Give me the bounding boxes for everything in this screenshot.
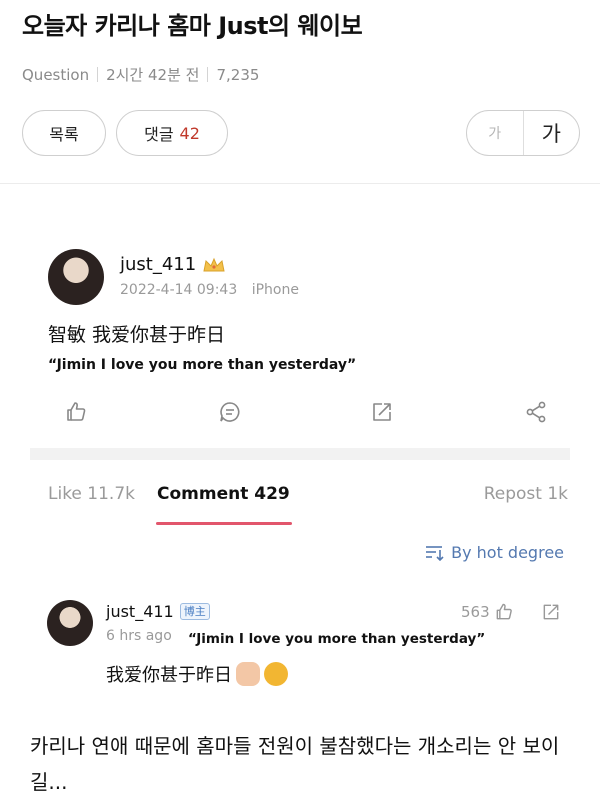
post-device: iPhone — [251, 282, 299, 298]
comment-text-row: 我爱你甚于昨日 — [106, 661, 288, 687]
post-action-bar — [48, 398, 558, 426]
meta-divider — [207, 67, 209, 82]
fist-emoji-icon — [236, 662, 260, 686]
tab-comment[interactable]: Comment 429 — [157, 484, 290, 504]
comments-button[interactable]: 댓글 42 — [116, 110, 228, 156]
section-separator — [30, 448, 570, 460]
active-tab-indicator — [156, 522, 292, 525]
post-title: 오늘자 카리나 홈마 Just의 웨이보 — [22, 12, 363, 40]
comment-like-count: 563 — [461, 603, 490, 621]
avatar[interactable] — [48, 249, 104, 305]
post-author: just_411 — [120, 254, 226, 275]
comment-icon[interactable] — [216, 398, 244, 426]
post-button-row: 목록 댓글 42 가 가 — [22, 110, 580, 156]
comment-repost-icon[interactable] — [541, 602, 561, 626]
comments-button-label: 댓글 — [144, 125, 174, 144]
font-decrease-button[interactable]: 가 — [467, 111, 524, 155]
sort-label: By hot degree — [451, 543, 564, 562]
heart-eyes-cat-emoji-icon — [264, 662, 288, 686]
post-timestamp: 2022-4-14 09:43 — [120, 282, 238, 298]
time-ago: 2시간 42분 전 — [106, 66, 200, 84]
sort-toggle[interactable]: By hot degree — [425, 543, 564, 562]
font-size-toggle: 가 가 — [466, 110, 580, 156]
list-button[interactable]: 목록 — [22, 110, 106, 156]
tab-repost[interactable]: Repost 1k — [484, 484, 568, 504]
meta-divider — [97, 67, 99, 82]
like-icon — [496, 603, 512, 620]
post-body-text: 카리나 연애 때문에 홈마들 전원이 불참했다는 개소리는 안 보이길... — [30, 734, 560, 794]
category-label[interactable]: Question — [22, 66, 89, 84]
crown-icon — [203, 257, 225, 271]
username[interactable]: just_411 — [120, 254, 196, 275]
engagement-tabs: Like 11.7k Comment 429 Repost 1k — [48, 484, 568, 508]
comment-username[interactable]: just_411 — [106, 602, 174, 621]
post-text: 智敏 我爱你甚于昨日 — [48, 324, 226, 346]
font-increase-button[interactable]: 가 — [524, 111, 580, 155]
like-icon[interactable] — [62, 398, 90, 426]
post-date: 2022-4-14 09:43 iPhone — [120, 282, 299, 298]
tab-like[interactable]: Like 11.7k — [48, 484, 135, 504]
header-divider — [0, 183, 600, 184]
author-badge: 博主 — [179, 603, 210, 620]
post-translation: “Jimin I love you more than yesterday” — [48, 357, 357, 373]
sort-icon — [426, 545, 444, 561]
comment-quote: “Jimin I love you more than yesterday” — [188, 631, 486, 647]
view-count: 7,235 — [216, 65, 260, 84]
comment-author: just_411 博主 — [106, 602, 210, 621]
avatar[interactable] — [47, 600, 93, 646]
comment-text: 我爱你甚于昨日 — [106, 665, 232, 686]
post-meta: Question 2시간 42분 전 7,235 — [22, 64, 259, 85]
comment-time: 6 hrs ago — [106, 628, 172, 644]
share-icon[interactable] — [522, 398, 550, 426]
comment-like-button[interactable]: 563 — [461, 602, 514, 622]
comments-count: 42 — [179, 123, 200, 143]
repost-icon[interactable] — [368, 398, 396, 426]
